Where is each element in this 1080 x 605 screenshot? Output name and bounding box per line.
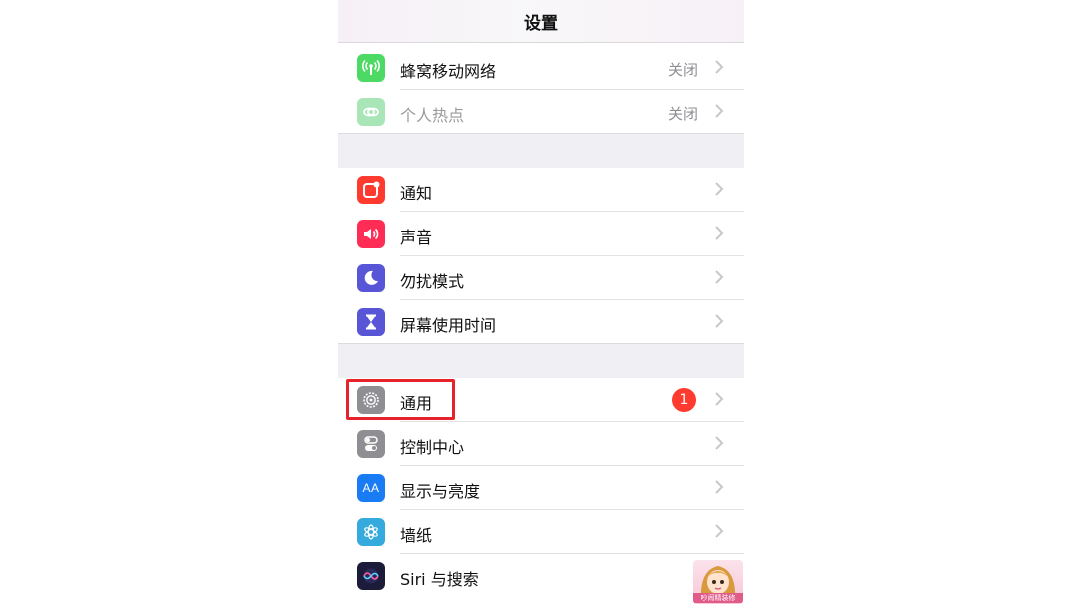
settings-row-label: 勿扰模式 [400,272,465,291]
display-icon-text: AA [362,481,380,495]
hourglass-icon [357,308,385,336]
settings-row-value: 关闭 [667,61,698,79]
settings-row-label: 控制中心 [400,438,465,457]
hotspot-icon [357,98,385,126]
section-separator [338,343,744,379]
notifications-icon [357,176,385,204]
chevron-right-icon [715,524,724,538]
settings-screen: 设置 蜂窝移动网络 关闭 个人热点 关闭 通知 声音 勿扰模式 屏幕使用时间 通… [338,0,744,605]
siri-icon [357,562,385,590]
chevron-right-icon [715,436,724,450]
chevron-right-icon [715,60,724,74]
settings-row-label: 个人热点 [400,106,465,125]
page-title: 设置 [524,14,558,34]
section-separator [338,133,744,169]
control-center-icon [357,430,385,458]
moon-icon [357,264,385,292]
settings-row-control-center[interactable]: 控制中心 [338,422,744,466]
settings-row-sounds[interactable]: 声音 [338,212,744,256]
chevron-right-icon [715,226,724,240]
settings-row-label: 显示与亮度 [400,482,481,501]
settings-row-label: 蜂窝移动网络 [400,62,497,81]
display-icon: AA [357,474,385,502]
chevron-right-icon [715,104,724,118]
settings-row-label: Siri 与搜索 [400,570,479,589]
settings-row-wallpaper[interactable]: 墙纸 [338,510,744,554]
settings-row-hotspot[interactable]: 个人热点 关闭 [338,90,744,134]
settings-row-do-not-disturb[interactable]: 勿扰模式 [338,256,744,300]
settings-row-label: 墙纸 [400,526,433,545]
cellular-icon [357,54,385,82]
chevron-right-icon [715,392,724,406]
settings-row-value: 关闭 [667,105,698,123]
wallpaper-icon [357,518,385,546]
chevron-right-icon [715,270,724,284]
settings-row-label: 声音 [400,228,433,247]
sounds-icon [357,220,385,248]
cartoon-sticker: 吵闹精装修 [693,560,743,604]
chevron-right-icon [715,182,724,196]
settings-row-screen-time[interactable]: 屏幕使用时间 [338,300,744,344]
settings-row-cellular[interactable]: 蜂窝移动网络 关闭 [338,46,744,90]
settings-row-display-brightness[interactable]: AA 显示与亮度 [338,466,744,510]
settings-row-label: 通知 [400,184,433,203]
settings-row-siri-search[interactable]: Siri 与搜索 [338,554,744,598]
sticker-text: 吵闹精装修 [693,593,743,603]
chevron-right-icon [715,314,724,328]
highlight-box [346,379,455,420]
chevron-right-icon [715,480,724,494]
navigation-bar: 设置 [338,0,744,43]
settings-row-label: 屏幕使用时间 [400,316,497,335]
settings-row-notifications[interactable]: 通知 [338,168,744,212]
notification-badge: 1 [672,388,696,412]
